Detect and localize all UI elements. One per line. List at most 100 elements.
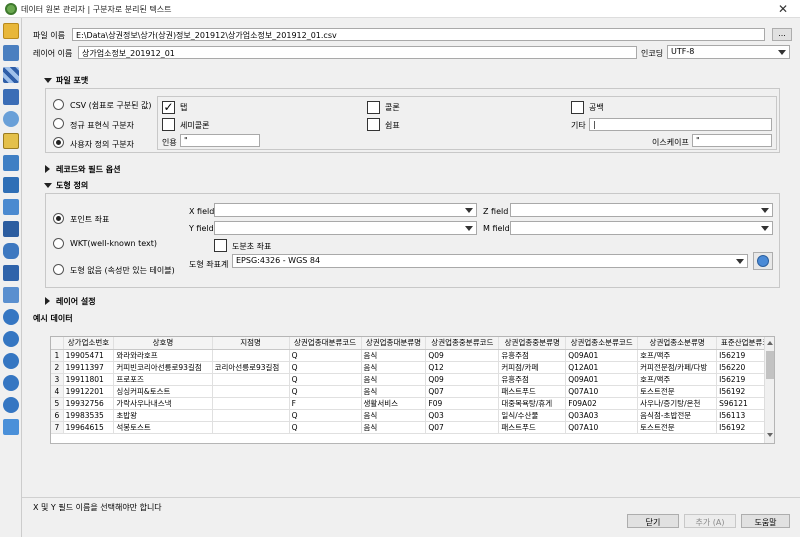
point-coordinates-radio[interactable] (53, 213, 64, 224)
no-geometry-radio[interactable] (53, 264, 64, 275)
table-cell: Q09 (425, 349, 500, 362)
table-cell: F (289, 397, 362, 410)
wfs-icon[interactable] (3, 331, 19, 347)
column-header[interactable]: 상가업소번호 (63, 337, 115, 350)
tab-checkbox[interactable]: ✓ (162, 101, 175, 114)
sample-data-title: 예시 데이터 (33, 314, 73, 323)
db2-icon[interactable] (3, 265, 19, 281)
arcgis-icon[interactable] (3, 397, 19, 413)
postgis-icon[interactable] (3, 199, 19, 215)
column-header[interactable]: 상권업종대분류코드 (289, 337, 362, 350)
oracle-icon[interactable] (3, 243, 19, 259)
semicolon-checkbox[interactable] (162, 118, 175, 131)
table-cell: Q09 (425, 373, 500, 386)
column-header[interactable]: 상권업종소분류명 (637, 337, 718, 350)
file-name-input[interactable]: E:\Data\상권정보\상가(상권)정보_201912\상가업소정보_2019… (72, 28, 765, 41)
table-cell: 가락사우나내스낵 (113, 397, 213, 410)
table-cell (212, 421, 290, 434)
xfield-label: X field (189, 207, 215, 216)
encoding-select[interactable]: UTF-8 (667, 45, 790, 59)
table-cell (212, 385, 290, 398)
mesh-icon[interactable] (3, 111, 19, 127)
geonode-icon[interactable] (3, 419, 19, 435)
expand-record-options-icon[interactable] (45, 165, 50, 173)
table-cell: Q07A10 (565, 421, 639, 434)
layer-name-label: 레이어 이름 (33, 49, 73, 58)
browse-button[interactable]: ... (772, 28, 792, 41)
expand-layer-settings-icon[interactable] (45, 297, 50, 305)
sample-data-table-container[interactable]: 상가업소번호 상호명 지점명 상권업종대분류코드 상권업종대분류명 상권업종중분류코드 상권… (50, 336, 775, 444)
wkt-radio[interactable] (53, 238, 64, 249)
scrollbar-thumb[interactable] (766, 351, 774, 379)
table-row: 6 19983535 초밥왕 Q 음식 Q03 일식/수산물 Q03A03 음식점-초밥전문 I5… (51, 409, 774, 422)
mfield-label: M field (483, 224, 510, 233)
encoding-value: UTF-8 (671, 47, 695, 56)
expand-geometry-icon[interactable] (44, 183, 52, 188)
delimited-text-icon[interactable] (3, 133, 19, 149)
row-number: 2 (51, 361, 64, 374)
layer-name-input[interactable]: 상가업소정보_201912_01 (78, 46, 637, 59)
column-header[interactable]: 상권업종중분류코드 (425, 337, 500, 350)
file-format-title: 파일 포맷 (56, 76, 89, 85)
layer-settings-title: 레이어 설정 (56, 297, 96, 306)
table-cell: Q (289, 373, 362, 386)
raster-icon[interactable] (3, 89, 19, 105)
crs-select[interactable]: EPSG:4326 - WGS 84 (232, 254, 748, 268)
virtual-layer-icon[interactable] (3, 287, 19, 303)
quote-input[interactable]: " (180, 134, 260, 147)
zfield-select[interactable] (510, 203, 773, 217)
colon-label: 콜론 (385, 103, 400, 112)
vertical-scrollbar[interactable] (764, 337, 774, 443)
table-cell: 코리아선릉로93길점 (212, 361, 290, 374)
comma-checkbox[interactable] (367, 118, 380, 131)
expand-file-format-icon[interactable] (44, 78, 52, 83)
table-cell: 유흥주점 (498, 349, 567, 362)
add-button[interactable]: 추가 (A) (684, 514, 736, 528)
wms-icon[interactable] (3, 309, 19, 325)
csv-radio[interactable] (53, 99, 64, 110)
scroll-down-icon[interactable] (767, 433, 773, 437)
crs-selector-button[interactable] (753, 252, 773, 270)
spatialite-icon[interactable] (3, 177, 19, 193)
xfield-select[interactable] (214, 203, 477, 217)
regex-label: 정규 표현식 구분자 (70, 121, 134, 130)
close-button[interactable]: 닫기 (627, 514, 679, 528)
column-header[interactable]: 상호명 (113, 337, 213, 350)
help-button[interactable]: 도움말 (741, 514, 790, 528)
folder-icon[interactable] (3, 23, 19, 39)
column-header[interactable]: 지점명 (212, 337, 290, 350)
vector-icon[interactable] (3, 45, 19, 61)
column-header[interactable]: 상권업종대분류명 (361, 337, 427, 350)
xyz-icon[interactable] (3, 375, 19, 391)
scroll-up-icon[interactable] (767, 341, 773, 345)
mssql-icon[interactable] (3, 221, 19, 237)
colon-checkbox[interactable] (367, 101, 380, 114)
table-cell: 19932756 (63, 397, 115, 410)
mfield-select[interactable] (510, 221, 773, 235)
escape-input[interactable]: " (692, 134, 772, 147)
table-row: 3 19911801 프로포즈 Q 음식 Q09 유흥주점 Q09A01 호프/맥주 I56219 (51, 373, 774, 386)
table-cell: 음식 (361, 361, 427, 374)
table-cell: 19911801 (63, 373, 115, 386)
table-row: 5 19932756 가락사우나내스낵 F 생활서비스 F09 대중목욕탕/휴게 F09A02… (51, 397, 774, 410)
yfield-select[interactable] (214, 221, 477, 235)
space-checkbox[interactable] (571, 101, 584, 114)
table-cell: 토스트전문 (637, 385, 718, 398)
table-row: 1 19905471 와라와라호프 Q 음식 Q09 유흥주점 Q09A01 호프/맥주 I562… (51, 349, 774, 362)
yfield-label: Y field (189, 224, 214, 233)
table-cell: 유흥주점 (498, 373, 567, 386)
regex-radio[interactable] (53, 118, 64, 129)
row-number: 7 (51, 421, 64, 434)
wcs-icon[interactable] (3, 353, 19, 369)
zfield-label: Z field (483, 207, 509, 216)
dms-checkbox[interactable] (214, 239, 227, 252)
geopackage-icon[interactable] (3, 155, 19, 171)
column-header[interactable]: 상권업종중분류명 (498, 337, 567, 350)
close-window-icon[interactable]: ✕ (778, 2, 788, 16)
other-delimiter-input[interactable]: | (589, 118, 772, 131)
grid-icon[interactable] (3, 67, 19, 83)
custom-delimiter-radio[interactable] (53, 137, 64, 148)
point-coordinates-label: 포인트 좌표 (70, 215, 110, 224)
table-cell: 19905471 (63, 349, 115, 362)
column-header[interactable]: 상권업종소분류코드 (565, 337, 639, 350)
